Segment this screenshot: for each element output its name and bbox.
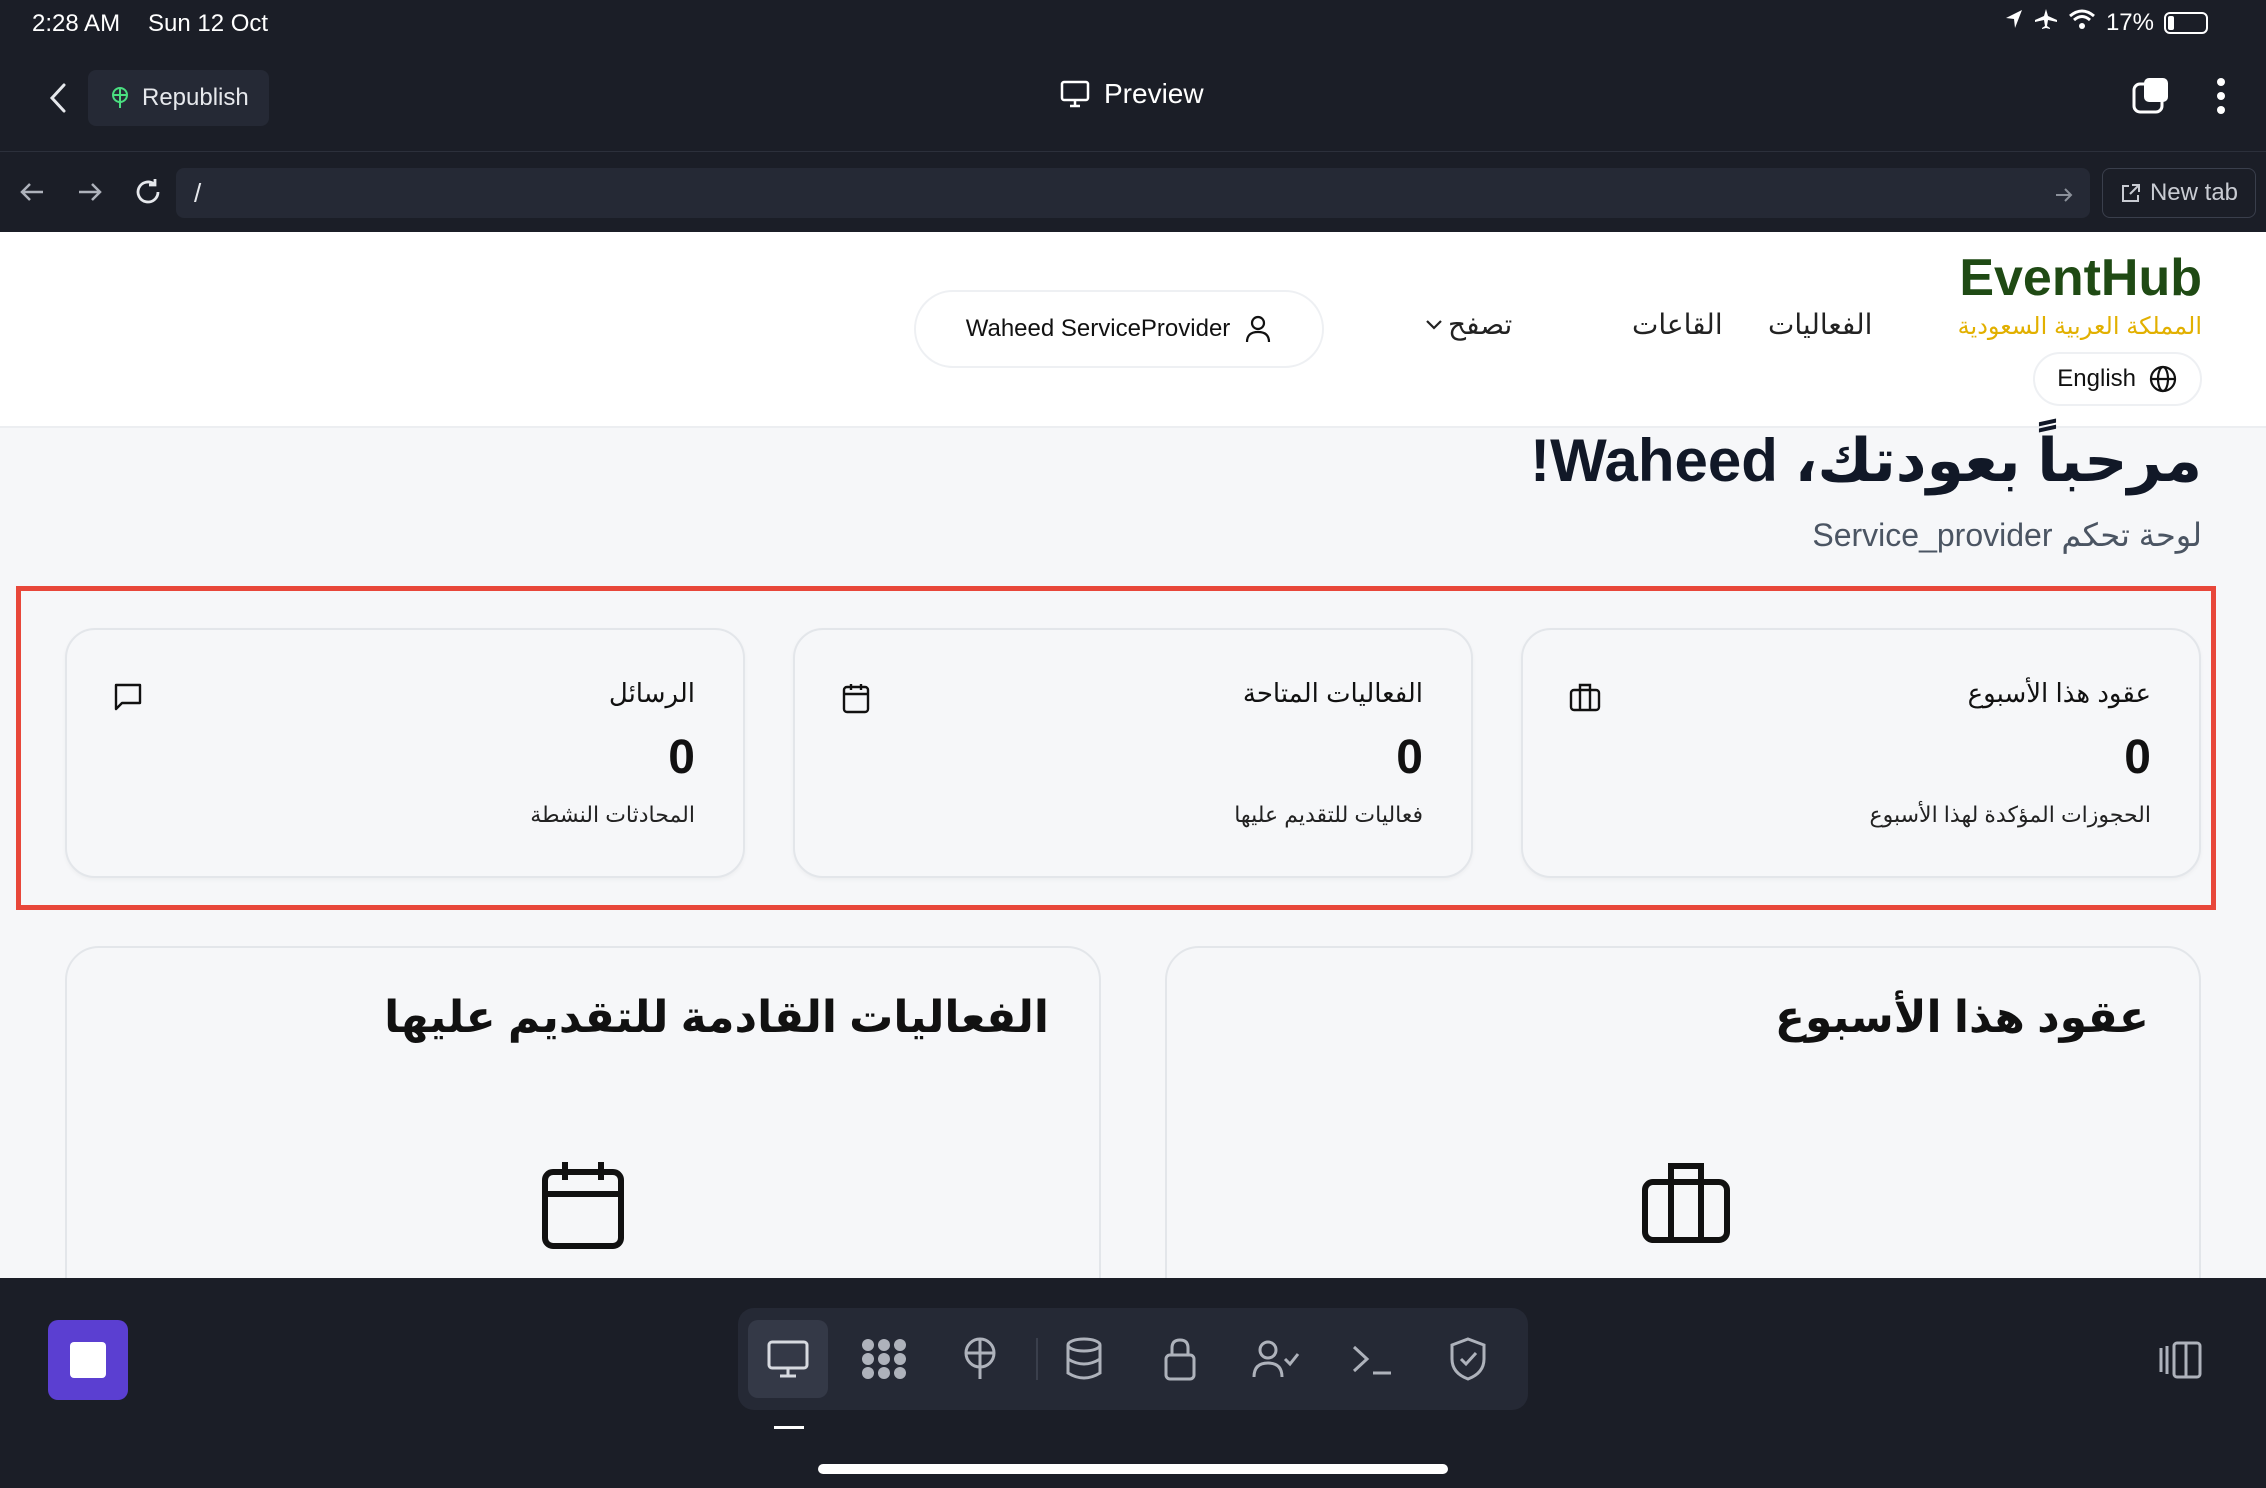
terminal-icon [1352, 1345, 1391, 1375]
globe-icon [2149, 365, 2177, 393]
tool-separator [1036, 1338, 1038, 1380]
status-time: 2:28 AM [32, 10, 121, 37]
stat-card-available-events: الفعاليات المتاحة 0 فعاليات للتقديم عليه… [793, 628, 1473, 878]
location-icon [2004, 8, 2024, 37]
tool-apps[interactable] [844, 1320, 924, 1398]
tool-secrets[interactable] [1140, 1320, 1220, 1398]
user-name: Waheed ServiceProvider [965, 315, 1231, 342]
new-tab-button[interactable]: New tab [2102, 168, 2256, 218]
message-icon [113, 682, 143, 717]
dashboard-subtitle: لوحة تحكم Service_provider [1812, 517, 2202, 553]
chevron-down-icon [1426, 319, 1442, 330]
stat-title: الفعاليات المتاحة [1242, 678, 1423, 708]
preview-title: Preview [1060, 78, 1204, 110]
brand[interactable]: EventHub المملكة العربية السعودية [1958, 248, 2202, 341]
stop-button[interactable] [48, 1320, 128, 1400]
battery-percent: 17% [2105, 8, 2154, 36]
reload-icon[interactable] [132, 172, 164, 212]
chevron-left-icon [49, 83, 66, 113]
back-button[interactable] [38, 76, 78, 120]
lock-icon [1164, 1338, 1196, 1381]
address-bar: / New tab [0, 152, 2266, 232]
upcoming-events-title: الفعاليات القادمة للتقديم عليها [384, 993, 1049, 1042]
tool-security[interactable] [1428, 1320, 1508, 1398]
tool-auth[interactable] [1236, 1320, 1316, 1398]
sidebar-toggle-icon[interactable] [2158, 1340, 2204, 1385]
monitor-icon [1060, 80, 1090, 108]
language-button[interactable]: English [2033, 352, 2202, 406]
contracts-week-card: عقود هذا الأسبوع [1165, 946, 2201, 1278]
brand-name: EventHub [1959, 249, 2202, 307]
stat-card-messages: الرسائل 0 المحادثات النشطة [65, 628, 745, 878]
go-arrow-icon[interactable] [2054, 180, 2074, 211]
stat-description: المحادثات النشطة [530, 802, 695, 827]
user-check-icon [1252, 1340, 1300, 1378]
url-text: / [194, 178, 202, 208]
nav-venues[interactable]: القاعات [1632, 308, 1723, 341]
windows-icon[interactable] [2130, 76, 2170, 121]
status-bar: 2:28 AM Sun 12 Oct 17% [0, 0, 2266, 48]
browser-nav [16, 172, 164, 212]
briefcase-icon [1569, 682, 1601, 717]
status-date: Sun 12 Oct [148, 10, 269, 37]
stat-description: فعاليات للتقديم عليها [1234, 802, 1423, 827]
stat-value: 0 [1396, 731, 1423, 784]
stat-title: الرسائل [608, 678, 695, 708]
arrow-right-icon[interactable] [74, 172, 106, 212]
monitor-icon [767, 1340, 809, 1378]
wifi-icon [2068, 8, 2096, 37]
language-label: English [2057, 365, 2136, 392]
database-icon [1066, 1337, 1102, 1380]
shield-check-icon [1450, 1337, 1486, 1381]
stat-title: عقود هذا الأسبوع [1967, 678, 2151, 708]
user-menu-button[interactable]: Waheed ServiceProvider [914, 290, 1324, 368]
publish-icon [964, 1337, 996, 1379]
arrow-left-icon[interactable] [16, 172, 48, 212]
welcome-heading: مرحباً بعودتك، Waheed! [1530, 427, 2202, 494]
editor-toolbar: Republish Preview [0, 48, 2266, 152]
tool-bar [738, 1308, 1528, 1410]
tool-console[interactable] [1332, 1320, 1412, 1398]
tool-deploy[interactable] [940, 1320, 1020, 1398]
status-right: 17% [2004, 8, 2208, 37]
tool-preview[interactable] [748, 1320, 828, 1398]
stat-value: 0 [668, 731, 695, 784]
more-vertical-icon[interactable] [2216, 76, 2226, 121]
republish-icon [112, 87, 128, 108]
stat-card-contracts: عقود هذا الأسبوع 0 الحجوزات المؤكدة لهذا… [1521, 628, 2201, 878]
active-indicator [774, 1426, 804, 1429]
user-icon [1246, 315, 1271, 343]
contracts-week-title: عقود هذا الأسبوع [1774, 993, 2149, 1042]
nav-browse-dropdown[interactable]: تصفح [1424, 308, 1512, 341]
calendar-icon [841, 682, 871, 719]
app-screen: 2:28 AM Sun 12 Oct 17% Republish Preview… [0, 0, 2266, 1488]
external-link-icon [2121, 184, 2140, 202]
url-input[interactable]: / [176, 168, 2090, 218]
stat-description: الحجوزات المؤكدة لهذا الأسبوع [1869, 802, 2151, 827]
stat-value: 0 [2124, 731, 2151, 784]
new-tab-label: New tab [2149, 179, 2239, 206]
site-header: EventHub المملكة العربية السعودية Englis… [0, 232, 2266, 428]
site-preview: EventHub المملكة العربية السعودية Englis… [0, 232, 2266, 1278]
tool-database[interactable] [1044, 1320, 1124, 1398]
republish-label: Republish [142, 84, 249, 111]
brand-region: المملكة العربية السعودية [1957, 313, 2202, 340]
toolbar-right [2130, 76, 2226, 121]
battery-icon [2164, 11, 2208, 34]
nav-events[interactable]: الفعاليات [1768, 308, 1872, 341]
home-indicator [818, 1464, 1448, 1474]
stop-icon [70, 1342, 106, 1378]
bottom-dock [0, 1278, 2266, 1488]
airplane-icon [2034, 8, 2058, 37]
grid-dots-icon [862, 1339, 906, 1379]
preview-label: Preview [1104, 78, 1204, 109]
calendar-icon [541, 1160, 625, 1255]
upcoming-events-card: الفعاليات القادمة للتقديم عليها [65, 946, 1101, 1278]
republish-button[interactable]: Republish [88, 70, 269, 126]
nav-browse-label: تصفح [1448, 309, 1513, 340]
briefcase-icon [1641, 1160, 1731, 1249]
